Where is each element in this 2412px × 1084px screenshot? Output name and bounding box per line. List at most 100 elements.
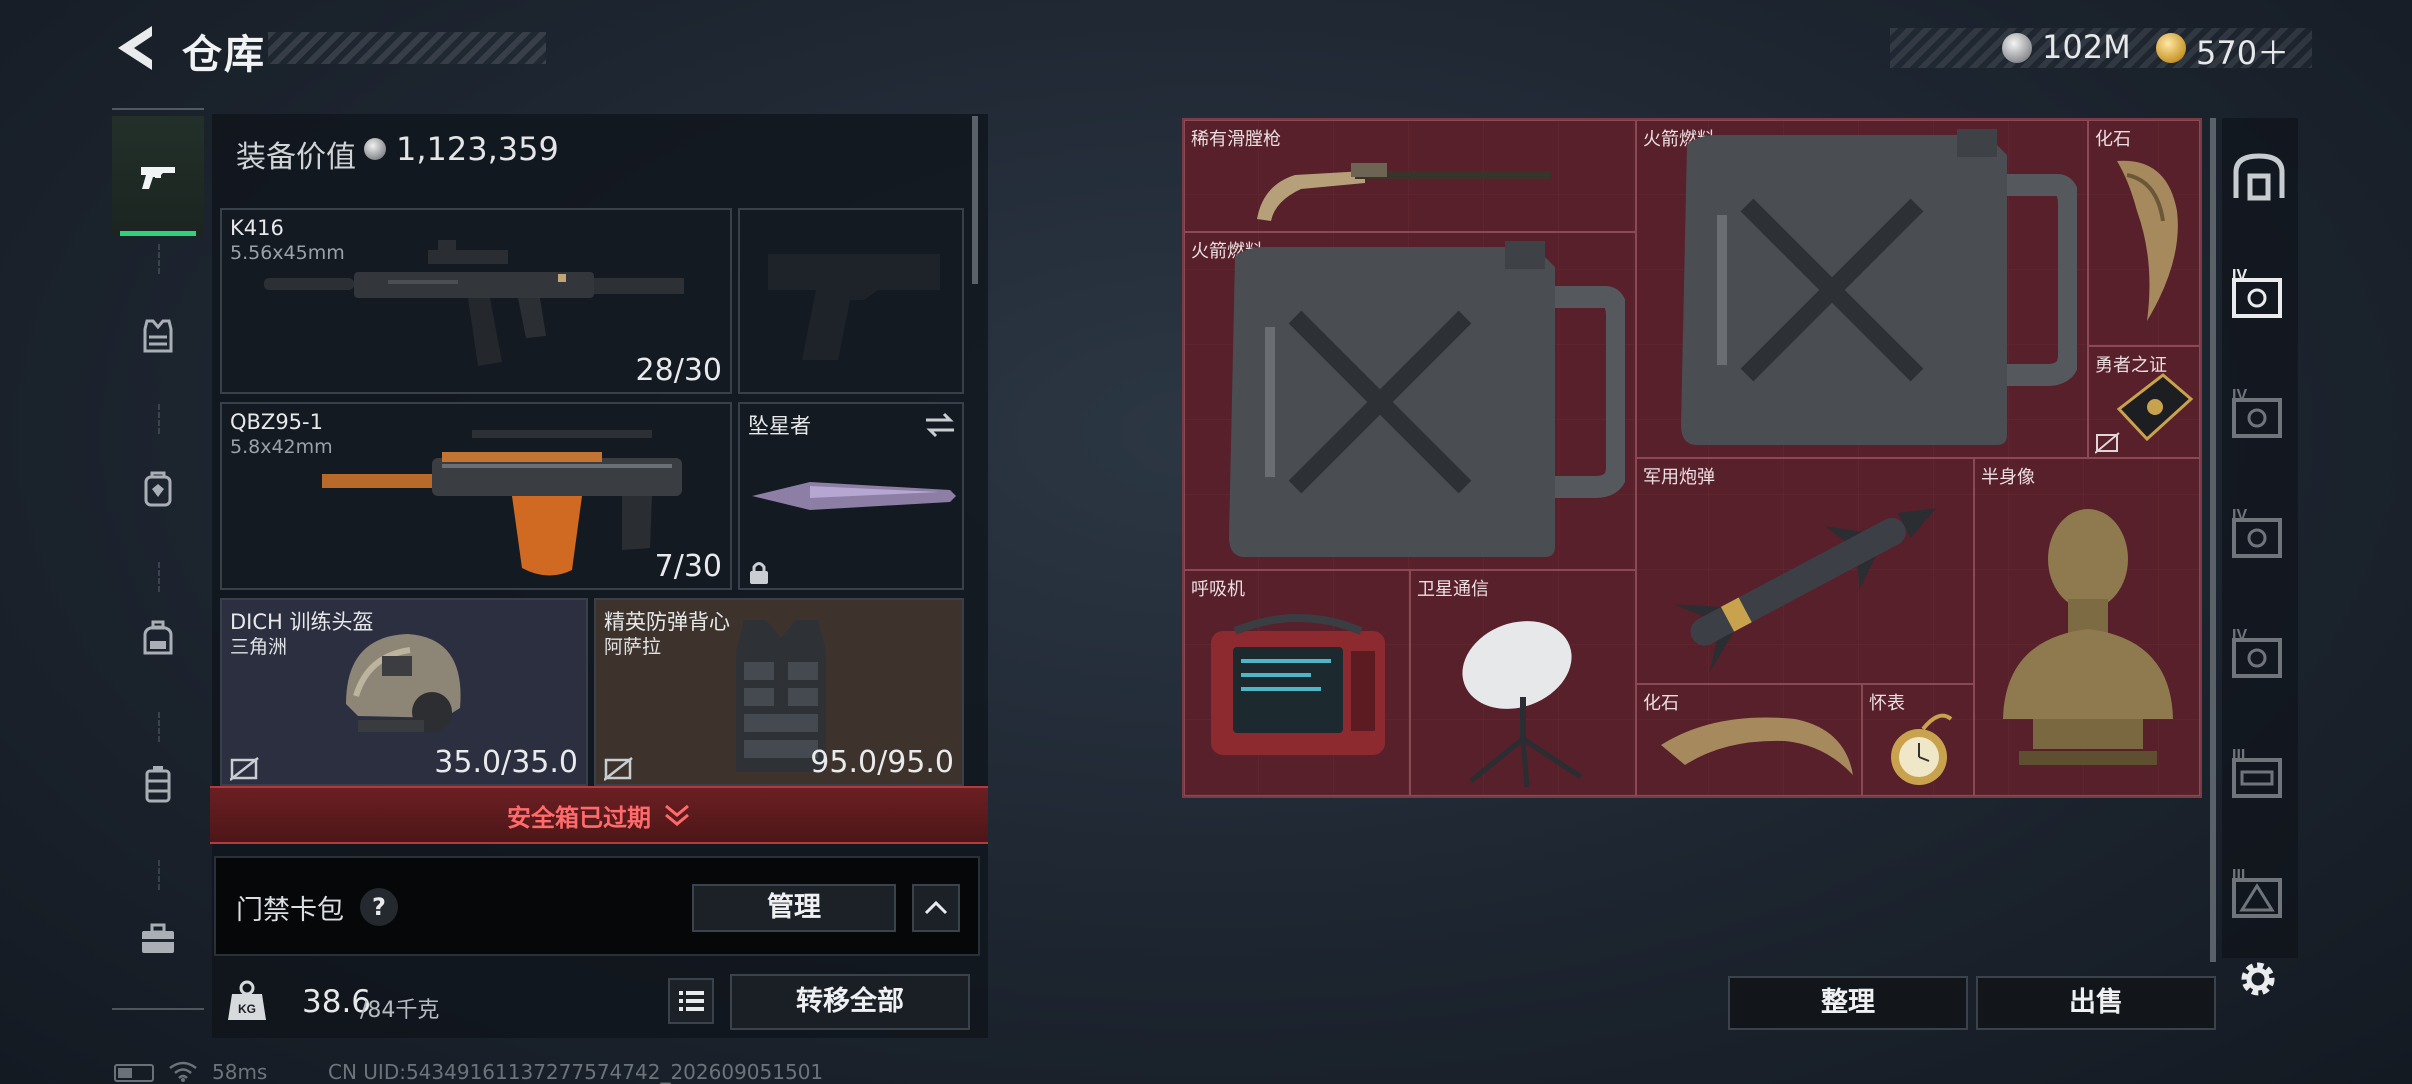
stash-item-respirator[interactable]: 呼吸机: [1184, 570, 1410, 796]
helmet-slot[interactable]: DICH 训练头盔 三角洲 35.0/35.0: [220, 598, 588, 786]
no-insure-icon: [2095, 432, 2120, 454]
sidebar-item-armor[interactable]: [112, 276, 204, 396]
sidebar-item-backpack[interactable]: [112, 428, 204, 548]
stash-item-satellite-comm[interactable]: 卫星通信: [1410, 570, 1636, 796]
stash-item-musket[interactable]: 稀有滑膛枪: [1184, 120, 1636, 232]
blade-image: [752, 482, 956, 510]
back-arrow-icon[interactable]: [112, 22, 156, 74]
weight-icon: KG: [228, 980, 266, 1020]
box-level: IV: [2232, 627, 2247, 644]
weight-max: /84千克: [360, 998, 440, 1023]
list-view-button[interactable]: [668, 978, 714, 1024]
safe-box-status: 安全箱已过期: [507, 803, 651, 832]
no-insure-icon: [604, 757, 633, 781]
storage-box-icon: III: [2232, 747, 2282, 798]
stash-item-rocket-fuel[interactable]: 火箭燃料: [1184, 232, 1636, 570]
battery-icon: [114, 1064, 154, 1082]
stash-item-rocket-fuel[interactable]: 火箭燃料: [1636, 120, 2088, 458]
toolbox-icon: [142, 923, 174, 953]
secondary-weapon-slot[interactable]: QBZ95-1 5.8x42mm 7/30: [220, 402, 732, 590]
ammo-count: 7/30: [654, 549, 722, 584]
bag-icon: [143, 620, 173, 655]
rifle-image: [264, 240, 684, 366]
container-box-3[interactable]: IV: [2226, 504, 2290, 574]
list-icon: [679, 991, 704, 1011]
keycard-case-label: 门禁卡包: [236, 895, 344, 926]
durability: 95.0/95.0: [810, 745, 954, 780]
home-container-icon[interactable]: [2232, 150, 2286, 204]
stash-scrollbar[interactable]: [2210, 118, 2216, 962]
item-name: 半身像: [1981, 467, 2035, 488]
stash-item-badge[interactable]: 勇者之证: [2088, 346, 2200, 458]
silver-coin-icon: [2002, 33, 2032, 63]
sidebar-item-weapons[interactable]: [112, 116, 204, 236]
claw-fossil-image: [1661, 717, 1853, 775]
sidebar-item-rig[interactable]: [112, 724, 204, 844]
equip-value-label: 装备价值: [236, 140, 356, 175]
container-box-1[interactable]: IV: [2226, 264, 2290, 334]
gold-coin-icon: [2156, 33, 2186, 63]
loadout-scrollbar[interactable]: [972, 116, 978, 284]
sell-button[interactable]: 出售: [1976, 976, 2216, 1030]
bust-statue-image: [2003, 509, 2173, 765]
pocket-watch-image: [1891, 713, 1953, 785]
rig-icon: [145, 766, 171, 803]
settings-gear-icon[interactable]: [2234, 955, 2282, 1003]
chevron-double-down-icon: [665, 804, 689, 826]
uid-text: CN UID:54349161137277574742_202609051501: [328, 1060, 824, 1084]
box-level: III: [2232, 867, 2245, 884]
fuel-can-image: [1229, 241, 1625, 557]
equip-value: 1,123,359: [396, 130, 559, 168]
gold-amount[interactable]: 570＋: [2196, 28, 2289, 74]
wifi-icon: [169, 1061, 197, 1082]
weapon-name: QBZ95-1: [230, 410, 323, 434]
box-level: IV: [2232, 387, 2247, 404]
armor-vest-icon: [143, 319, 173, 353]
armor-slot[interactable]: 精英防弹背心 阿萨拉 95.0/95.0: [594, 598, 964, 786]
sidebar-item-bag[interactable]: [112, 578, 204, 698]
melee-name: 坠星者: [748, 414, 811, 438]
weapon-caliber: 5.8x42mm: [230, 436, 333, 458]
storage-box-icon: IV: [2232, 627, 2282, 678]
stash-item-pocket-watch[interactable]: 怀表: [1862, 684, 1974, 796]
storage-box-icon: III: [2232, 867, 2282, 918]
transfer-all-button[interactable]: 转移全部: [730, 974, 970, 1030]
ping-value: 58ms: [212, 1060, 268, 1084]
respirator-image: [1211, 614, 1385, 755]
manage-button[interactable]: 管理: [692, 884, 896, 932]
container-box-5[interactable]: III: [2226, 744, 2290, 814]
helmet-origin: 三角洲: [230, 636, 288, 658]
sort-button[interactable]: 整理: [1728, 976, 1968, 1030]
collapse-button[interactable]: [912, 884, 960, 932]
silver-amount: 102M: [2042, 28, 2131, 66]
item-name: 卫星通信: [1417, 579, 1489, 600]
item-name: 呼吸机: [1191, 579, 1245, 600]
stash-item-fossil[interactable]: 化石: [2088, 120, 2200, 346]
primary-weapon-slot[interactable]: K416 5.56x45mm 28/30: [220, 208, 732, 394]
storage-box-icon: IV: [2232, 387, 2282, 438]
help-icon[interactable]: ?: [360, 888, 398, 926]
pistol-icon: [141, 167, 175, 189]
container-box-4[interactable]: IV: [2226, 624, 2290, 694]
stash-item-bust[interactable]: 半身像: [1974, 458, 2200, 796]
item-name: 化石: [2095, 129, 2131, 150]
melee-slot[interactable]: 坠星者: [738, 402, 964, 590]
swap-icon[interactable]: [924, 412, 956, 438]
category-sidebar: [112, 108, 204, 1010]
musket-image: [1257, 163, 1551, 221]
container-box-6[interactable]: III: [2226, 864, 2290, 934]
safe-box-expired-banner[interactable]: 安全箱已过期: [210, 786, 988, 844]
stash-item-artillery-shell[interactable]: 军用炮弹: [1636, 458, 1974, 684]
pistol-slot[interactable]: [738, 208, 964, 394]
backpack-icon: [144, 471, 172, 507]
helmet-image: [346, 634, 461, 732]
container-box-2[interactable]: IV: [2226, 384, 2290, 454]
title-decoration: [268, 32, 546, 64]
pistol-silhouette-icon: [768, 254, 940, 360]
durability: 35.0/35.0: [434, 745, 578, 780]
ammo-count: 28/30: [635, 353, 722, 388]
stash-item-fossil[interactable]: 化石: [1636, 684, 1862, 796]
lock-icon: [750, 562, 768, 584]
sidebar-item-toolbox[interactable]: [112, 878, 204, 998]
page-title: 仓库: [182, 32, 266, 78]
